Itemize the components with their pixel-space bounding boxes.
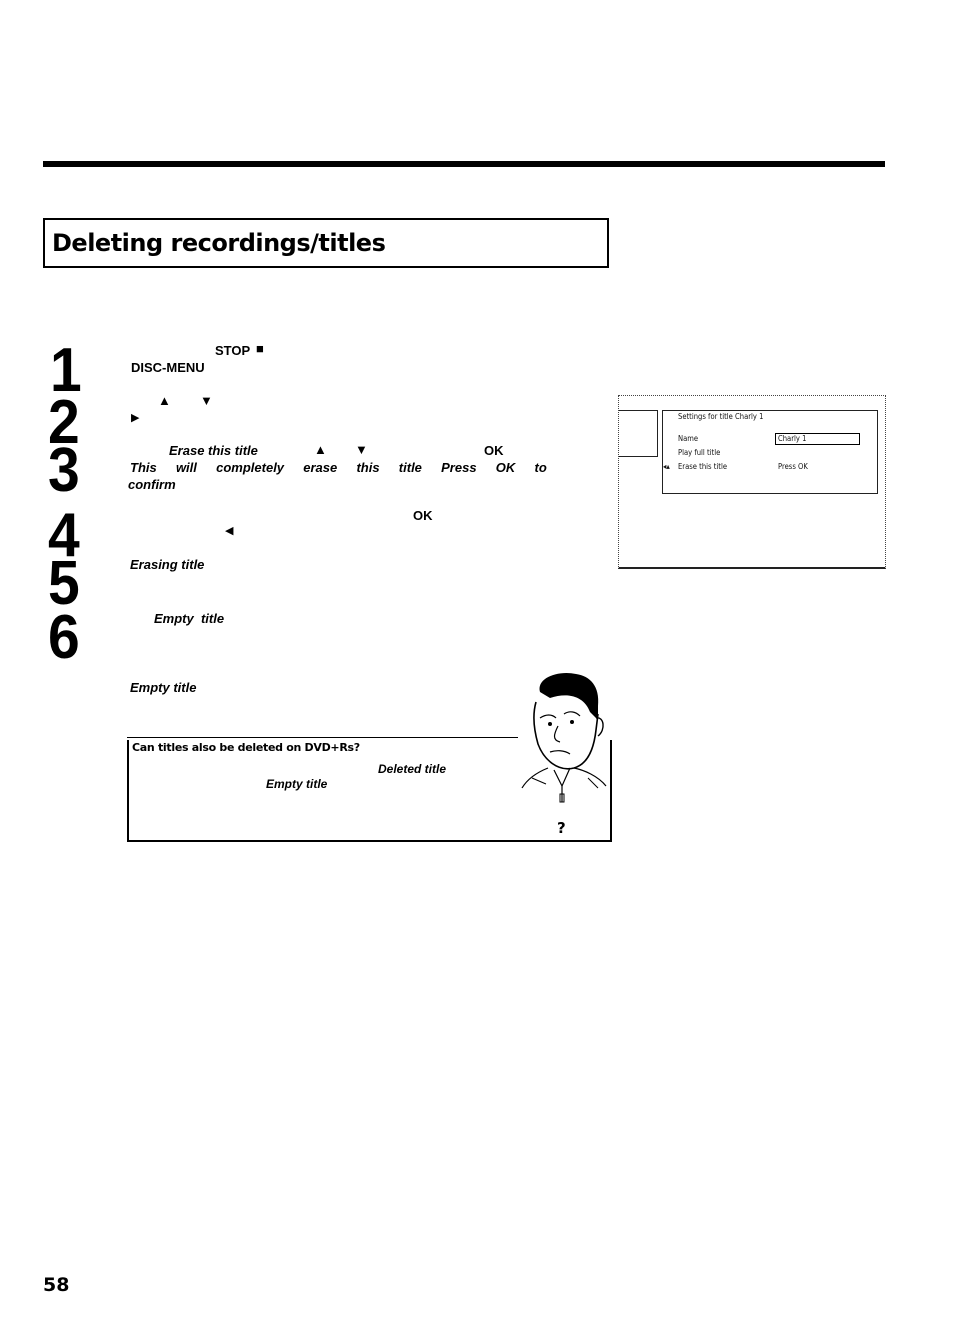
erase-this-title-label: Erase this title: [169, 443, 258, 458]
down-arrow-icon: ▼: [200, 393, 213, 408]
faq-term-empty-title: Empty title: [266, 777, 328, 791]
ok-key-label: OK: [413, 508, 433, 523]
name-field-value: Charly 1: [778, 434, 807, 443]
menu-row-name-label: Name: [678, 434, 699, 443]
disc-menu-key-label: DISC-MENU: [131, 360, 205, 375]
right-arrow-icon: ▶: [131, 412, 140, 424]
stop-square-icon: ■: [256, 341, 264, 356]
section-title-box: Deleting recordings/titles: [43, 218, 609, 268]
page-title: Deleting recordings/titles: [52, 229, 386, 257]
step-number-3: 3: [48, 436, 80, 505]
faq-question: Can titles also be deleted on DVD+Rs?: [132, 741, 360, 754]
faq-term-deleted-title: Deleted title: [378, 762, 447, 776]
step-number-6: 6: [48, 603, 80, 672]
erase-confirm-message-end: confirm: [128, 477, 176, 492]
hair-shape: [539, 672, 599, 720]
down-arrow-icon: ▼: [355, 442, 368, 457]
menu-row-play-label: Play full title: [678, 448, 721, 457]
header-rule: [43, 161, 885, 167]
ok-key-label: OK: [484, 443, 504, 458]
left-arrow-icon: ◀: [225, 525, 234, 537]
empty-title-note: Empty title: [130, 680, 197, 695]
up-arrow-icon: ▲: [158, 393, 171, 408]
erasing-title-status: Erasing title: [130, 557, 205, 572]
screen-side-tab: [619, 410, 658, 457]
question-mark-icon: ?: [557, 819, 566, 837]
menu-row-erase-value: Press OK: [778, 462, 808, 471]
stop-key-label: STOP: [215, 343, 251, 358]
faq-top-rule: [127, 737, 519, 738]
settings-heading: Settings for title Charly 1: [678, 412, 764, 421]
empty-title-status: Empty title: [154, 611, 225, 626]
up-arrow-icon: ▲: [314, 442, 327, 457]
page-number: 58: [43, 1274, 70, 1296]
menu-row-erase-label: Erase this title: [678, 462, 728, 471]
erase-confirm-message: This will completely erase this title Pr…: [130, 460, 547, 475]
selection-cursor-icon: ◂▴: [663, 462, 670, 471]
confused-man-illustration: [518, 672, 610, 810]
